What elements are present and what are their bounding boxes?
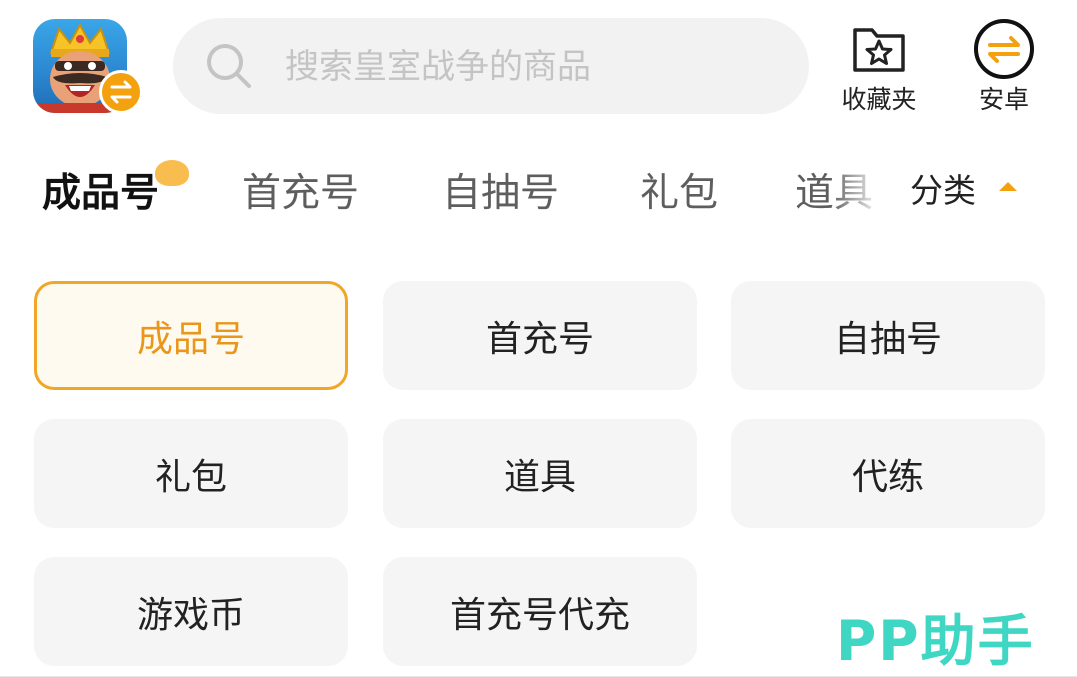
category-tabs: 成品号 首充号 自抽号 礼包 道具 分类 — [0, 150, 1077, 226]
search-bar[interactable] — [173, 18, 809, 116]
favorites-label: 收藏夹 — [841, 85, 917, 114]
swap-arrows-icon — [110, 80, 132, 104]
category-option-gift-pack[interactable]: 礼包 — [34, 419, 348, 528]
folder-star-icon — [853, 28, 905, 72]
swap-badge — [99, 70, 143, 114]
platform-swap-icon — [974, 19, 1034, 79]
platform-label: 安卓 — [978, 85, 1029, 114]
category-option-first-charge-topup[interactable]: 首充号代充 — [383, 557, 697, 666]
tab-self-draw[interactable]: 自抽号 — [442, 162, 559, 218]
search-input[interactable] — [283, 18, 787, 116]
tabs-fade-overlay — [830, 150, 900, 226]
search-icon — [207, 44, 251, 88]
favorites-button[interactable]: 收藏夹 — [834, 18, 924, 118]
header: 收藏夹 安卓 — [0, 0, 1077, 130]
category-option-first-charge[interactable]: 首充号 — [383, 281, 697, 390]
category-option-boosting[interactable]: 代练 — [731, 419, 1045, 528]
platform-switch-button[interactable]: 安卓 — [968, 18, 1040, 118]
category-option-items[interactable]: 道具 — [383, 419, 697, 528]
tab-first-charge[interactable]: 首充号 — [242, 162, 359, 218]
category-option-game-currency[interactable]: 游戏币 — [34, 557, 348, 666]
category-dropdown-button[interactable]: 分类 — [910, 164, 976, 212]
active-tab-badge — [155, 160, 189, 186]
category-option-finished-account[interactable]: 成品号 — [34, 281, 348, 390]
tab-gift-pack[interactable]: 礼包 — [640, 162, 718, 218]
tab-finished-account[interactable]: 成品号 — [42, 162, 159, 218]
category-option-self-draw[interactable]: 自抽号 — [731, 281, 1045, 390]
caret-up-icon — [999, 182, 1017, 191]
pp-assistant-watermark: PP助手 — [836, 609, 1035, 673]
